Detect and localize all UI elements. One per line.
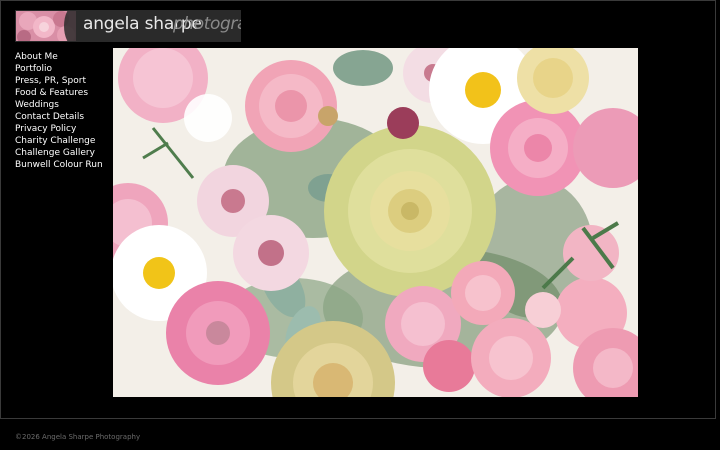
nav-item-portfolio[interactable]: Portfolio [15,63,103,75]
nav-item-bunwell-colour-run[interactable]: Bunwell Colour Run [15,159,103,171]
main-nav: About Me Portfolio Press, PR, Sport Food… [15,51,103,171]
logo-tagline: photography [173,14,241,34]
nav-item-challenge-gallery[interactable]: Challenge Gallery [15,147,103,159]
nav-item-charity-challenge[interactable]: Charity Challenge [15,135,103,147]
flower-bouquet-photo [113,48,638,397]
nav-item-about-me[interactable]: About Me [15,51,103,63]
nav-item-privacy-policy[interactable]: Privacy Policy [15,123,103,135]
site-logo[interactable]: angela sharpe photography [15,10,241,42]
footer-copyright: ©2026 Angela Sharpe Photography [15,433,141,441]
nav-item-contact-details[interactable]: Contact Details [15,111,103,123]
logo-flower-thumbnail [16,11,76,41]
nav-item-press-pr-sport[interactable]: Press, PR, Sport [15,75,103,87]
nav-item-weddings[interactable]: Weddings [15,99,103,111]
nav-item-food-features[interactable]: Food & Features [15,87,103,99]
